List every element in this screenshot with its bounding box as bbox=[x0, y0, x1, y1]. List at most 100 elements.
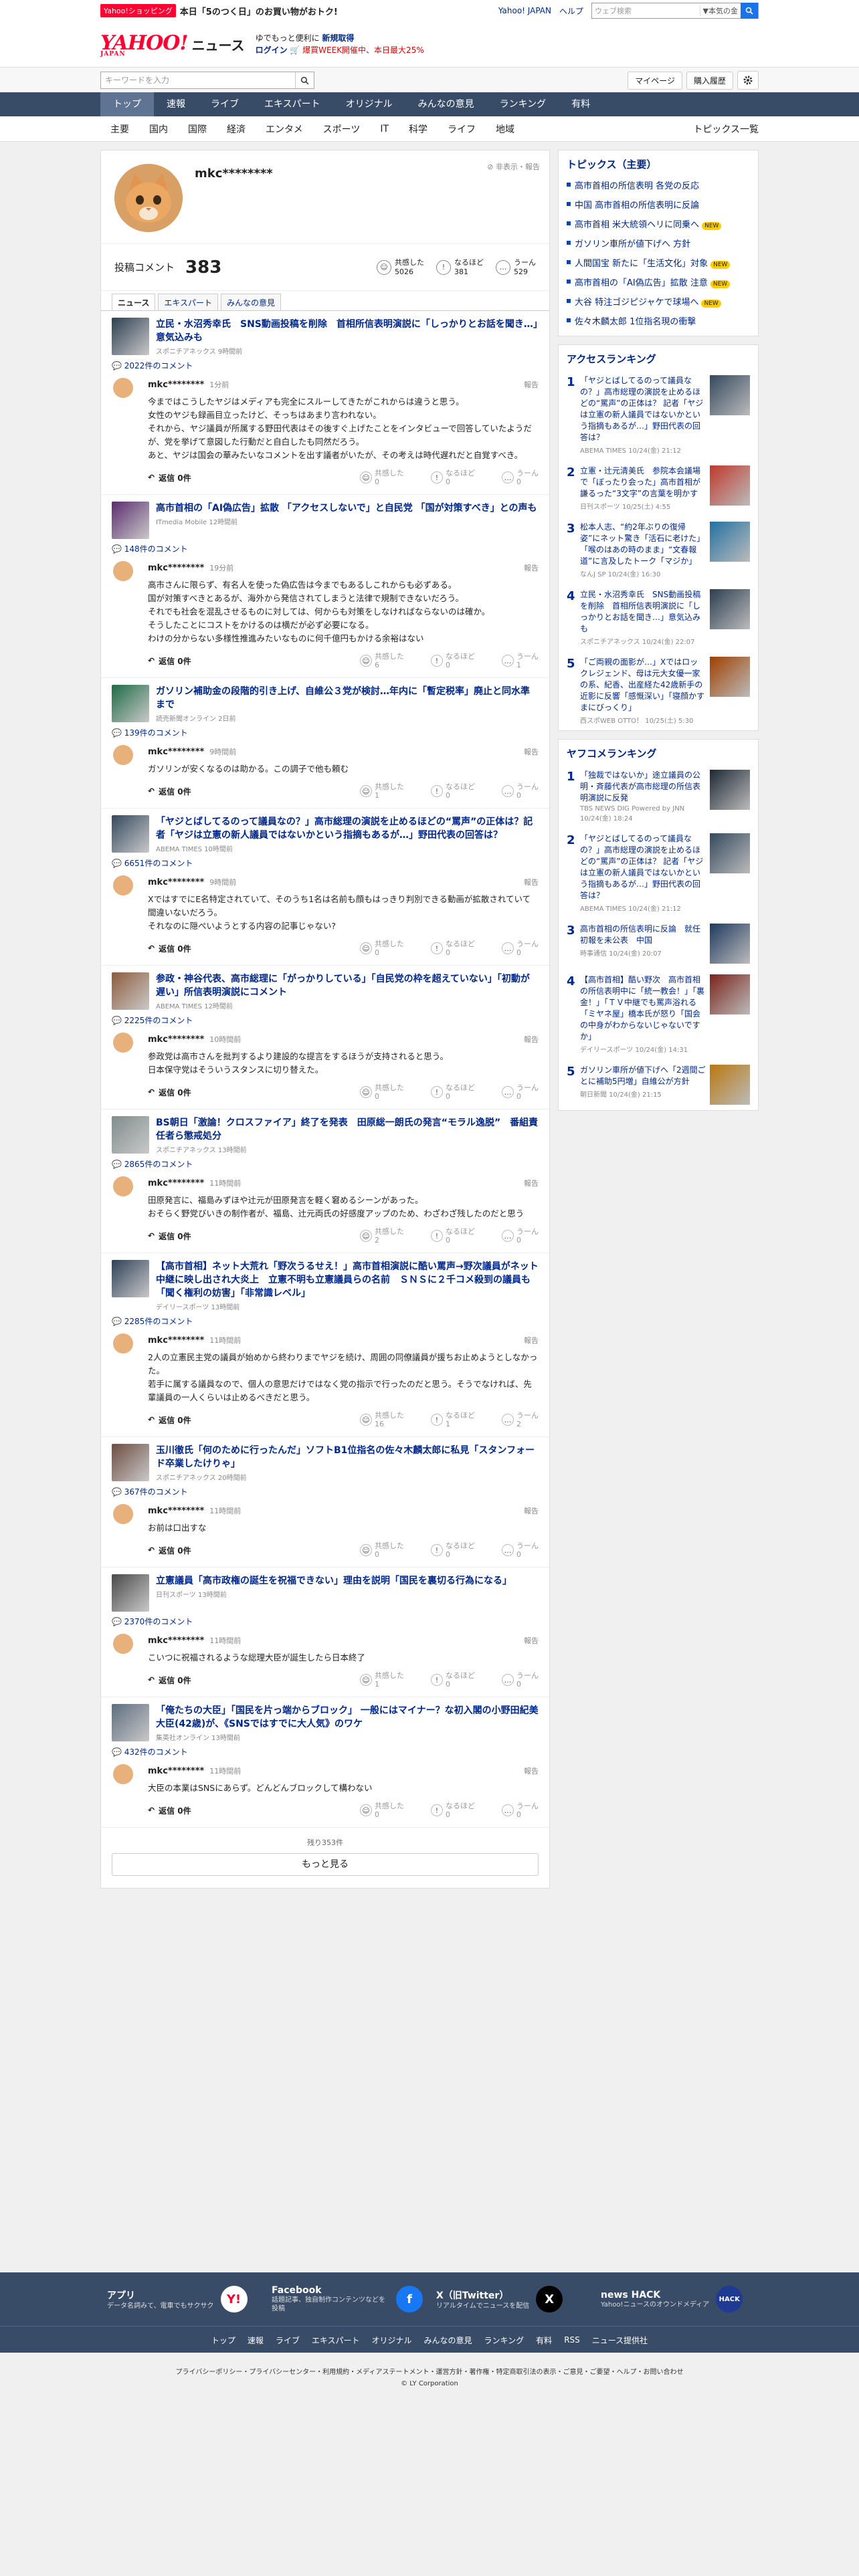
reaction-empathy-button[interactable]: ☺ 共感した 0 bbox=[360, 469, 404, 486]
topic-link[interactable]: 人間国宝 新たに「生活文化」対象 NEW bbox=[559, 253, 758, 272]
web-search-input[interactable]: ウェブ検索 bbox=[592, 5, 700, 16]
tab-expert[interactable]: エキスパート bbox=[158, 294, 219, 310]
reply-button[interactable]: ↶ 返信 0件 bbox=[148, 1087, 191, 1098]
reaction-insight-button[interactable]: ! なるほど 1 bbox=[431, 1411, 475, 1428]
footer-nav-item[interactable]: 速報 bbox=[248, 2335, 264, 2346]
footer-nav-item[interactable]: みんなの意見 bbox=[424, 2335, 472, 2346]
article-link[interactable]: ガソリン補助金の段階的引き上げ、自維公３党が検討…年内に「暫定税率」廃止と同水準… bbox=[101, 678, 549, 723]
reaction-insight-button[interactable]: ! なるほど 0 bbox=[431, 1541, 475, 1559]
article-link[interactable]: 立民・水沼秀幸氏 SNS動画投稿を削除 首相所信表明演説に「しっかりとお話を聞き… bbox=[101, 311, 549, 356]
footer-nav-item[interactable]: ライブ bbox=[276, 2335, 300, 2346]
reaction-empathy-button[interactable]: ☺ 共感した 6 bbox=[360, 652, 404, 669]
footer-nav-item[interactable]: トップ bbox=[211, 2335, 235, 2346]
nav-breaking[interactable]: 速報 bbox=[154, 92, 198, 116]
yahoo-japan-link[interactable]: Yahoo! JAPAN bbox=[498, 6, 551, 15]
reaction-empathy-button[interactable]: ☺ 共感した 0 bbox=[360, 1541, 404, 1559]
comment-count-link[interactable]: 💬 2225件のコメント bbox=[101, 1010, 549, 1030]
comment-report-link[interactable]: 報告 bbox=[524, 562, 539, 573]
footer-nav-item[interactable]: RSS bbox=[564, 2335, 580, 2345]
comment-report-link[interactable]: 報告 bbox=[524, 1635, 539, 1646]
ranking-item[interactable]: 2 「ヤジとばしてるのって議員なの？」高市総理の演説を止めるほどの“罵声”の正体は… bbox=[559, 828, 758, 918]
keyword-search-input[interactable]: キーワードを入力 bbox=[101, 72, 295, 88]
reaction-hmm-button[interactable]: … うーん 0 bbox=[502, 1541, 539, 1559]
ranking-item[interactable]: 5 「ご両親の面影が…」Xではロックレジェンド、母は元大女優一家の系、紀香、出産経… bbox=[559, 651, 758, 730]
reaction-hmm-button[interactable]: … うーん 0 bbox=[502, 1671, 539, 1689]
ranking-title[interactable]: 立憲・辻元清美氏 参院本会議場で「ぼったり会った」高市首相が謙るった“3文字”の… bbox=[580, 465, 706, 500]
yahoo-logo[interactable]: YAHOO! JAPAN bbox=[100, 31, 189, 58]
cat-main[interactable]: 主要 bbox=[100, 122, 139, 136]
reply-button[interactable]: ↶ 返信 0件 bbox=[148, 1805, 191, 1816]
topic-link[interactable]: 高市首相の「AI偽広告」拡散 注意 NEW bbox=[559, 272, 758, 292]
ranking-item[interactable]: 1 「独裁ではないか」途立議員の公明・斉藤代表が高市総理の所信表明演説に反発 TBS… bbox=[559, 764, 758, 828]
article-title[interactable]: 高市首相の「AI偽広告」拡散 「アクセスしないで」と自民党 「国が対策すべき」と… bbox=[156, 502, 537, 515]
reaction-insight-button[interactable]: ! なるほど 0 bbox=[431, 1227, 475, 1245]
settings-button[interactable] bbox=[737, 71, 759, 90]
topics-list-link[interactable]: トピックス一覧 bbox=[683, 122, 759, 136]
ranking-title[interactable]: 「独裁ではないか」途立議員の公明・斉藤代表が高市総理の所信表明演説に反発 bbox=[580, 770, 706, 804]
footer-app-0[interactable]: アプリ データ名詞みて、電車でもサクサク Y! bbox=[100, 2286, 265, 2313]
comment-count-link[interactable]: 💬 6651件のコメント bbox=[101, 853, 549, 873]
load-more-button[interactable]: もっと見る bbox=[112, 1853, 539, 1876]
ranking-item[interactable]: 1 「ヤジとばしてるのって議員なの？」高市総理の演説を止めるほどの“罵声”の正体は… bbox=[559, 370, 758, 460]
nav-expert[interactable]: エキスパート bbox=[252, 92, 333, 116]
comment-count-link[interactable]: 💬 2865件のコメント bbox=[101, 1154, 549, 1174]
shopping-promo[interactable]: Yahoo!ショッピング 本日「5のつく日」のお買い物がおトク! bbox=[100, 4, 338, 17]
reaction-empathy-button[interactable]: ☺ 共感した 0 bbox=[360, 1083, 404, 1101]
topic-link[interactable]: 佐々木麟太郎 1位指名現の衝撃 bbox=[559, 311, 758, 330]
reaction-insight-button[interactable]: ! なるほど 0 bbox=[431, 1802, 475, 1819]
comment-report-link[interactable]: 報告 bbox=[524, 1765, 539, 1776]
reaction-hmm-button[interactable]: … うーん 0 bbox=[502, 1227, 539, 1245]
reaction-hmm-button[interactable]: … うーん 0 bbox=[502, 1802, 539, 1819]
comment-count-link[interactable]: 💬 2370件のコメント bbox=[101, 1612, 549, 1631]
signup-link[interactable]: 新規取得 bbox=[322, 33, 354, 43]
ranking-title[interactable]: 【高市首相】酷い野次 高市首相の所信表明中に「統一教会！」「裏金！」「ＴＶ中継で… bbox=[580, 974, 706, 1043]
article-title[interactable]: 【高市首相】ネット大荒れ「野次うるせえ！」高市首相演説に酷い罵声→野次議員がネッ… bbox=[156, 1260, 539, 1300]
comment-count-link[interactable]: 💬 432件のコメント bbox=[101, 1742, 549, 1761]
comment-report-link[interactable]: 報告 bbox=[524, 1335, 539, 1346]
reaction-hmm-button[interactable]: … うーん 1 bbox=[502, 652, 539, 669]
footer-app-1[interactable]: Facebook 話題記事、独自制作コンテンツなどを投稿 f bbox=[265, 2285, 430, 2313]
topic-link[interactable]: 大谷 特注ゴジピジャケで球場へ NEW bbox=[559, 292, 758, 311]
tab-news[interactable]: ニュース bbox=[112, 294, 156, 310]
reaction-insight-button[interactable]: ! なるほど 0 bbox=[431, 1083, 475, 1101]
footer-app-2[interactable]: X（旧Twitter） リアルタイムでニュースを配信 X bbox=[430, 2286, 594, 2313]
comment-report-link[interactable]: 報告 bbox=[524, 746, 539, 757]
comment-report-link[interactable]: 報告 bbox=[524, 379, 539, 390]
article-link[interactable]: 参政・神谷代表、高市総理に「がっかりしている」「自民党の枠を超えていない」「初動… bbox=[101, 966, 549, 1010]
article-link[interactable]: 玉川徹氏「何のために行ったんだ」ソフトB1位指名の佐々木麟太郎に私見「スタンフォ… bbox=[101, 1437, 549, 1482]
reaction-empathy-button[interactable]: ☺ 共感した 1 bbox=[360, 782, 404, 800]
reaction-hmm-button[interactable]: … うーん 0 bbox=[502, 469, 539, 486]
reply-button[interactable]: ↶ 返信 0件 bbox=[148, 472, 191, 484]
reply-button[interactable]: ↶ 返信 0件 bbox=[148, 786, 191, 797]
nav-original[interactable]: オリジナル bbox=[333, 92, 405, 116]
footer-nav-item[interactable]: オリジナル bbox=[372, 2335, 412, 2346]
topic-link[interactable]: 高市首相 米大統領ヘリに同乗へ NEW bbox=[559, 214, 758, 233]
article-title[interactable]: 玉川徹氏「何のために行ったんだ」ソフトB1位指名の佐々木麟太郎に私見「スタンフォ… bbox=[156, 1444, 539, 1471]
footer-links[interactable]: プライバシーポリシー・プライバシーセンター・利用規約・メディアステートメント・運… bbox=[0, 2353, 859, 2376]
ranking-title[interactable]: ガソリン車所が値下げへ「2週間ごとに補助5円増」自維公が方針 bbox=[580, 1065, 706, 1087]
article-link[interactable]: 立憲議員「高市政権の誕生を祝福できない」理由を説明「国民を裏切る行為になる」 日刊… bbox=[101, 1568, 549, 1612]
ranking-title[interactable]: 松本人志、“約2年ぶりの復帰姿”にネット驚き「活石に老けた」「喉のはあの時のまま… bbox=[580, 522, 706, 567]
article-title[interactable]: ガソリン補助金の段階的引き上げ、自維公３党が検討…年内に「暫定税率」廃止と同水準… bbox=[156, 685, 539, 712]
article-title[interactable]: 立憲議員「高市政権の誕生を祝福できない」理由を説明「国民を裏切る行為になる」 bbox=[156, 1574, 512, 1588]
cat-local[interactable]: 地域 bbox=[486, 122, 524, 136]
cat-domestic[interactable]: 国内 bbox=[139, 122, 178, 136]
reply-button[interactable]: ↶ 返信 0件 bbox=[148, 1545, 191, 1556]
nav-paid[interactable]: 有料 bbox=[559, 92, 603, 116]
cat-entertainment[interactable]: エンタメ bbox=[256, 122, 313, 136]
reaction-insight-button[interactable]: ! なるほど 0 bbox=[431, 469, 475, 486]
ranking-title[interactable]: 「ヤジとばしてるのって議員なの？」高市総理の演説を止めるほどの“罵声”の正体は？… bbox=[580, 833, 706, 901]
cat-science[interactable]: 科学 bbox=[399, 122, 438, 136]
reply-button[interactable]: ↶ 返信 0件 bbox=[148, 1230, 191, 1242]
reaction-hmm-button[interactable]: … うーん 0 bbox=[502, 782, 539, 800]
article-link[interactable]: 「俺たちの大臣」「国民を片っ端からブロック」 一般にはマイナー？な初入閣の小野田… bbox=[101, 1697, 549, 1742]
cat-business[interactable]: 経済 bbox=[217, 122, 256, 136]
comment-report-link[interactable]: 報告 bbox=[524, 1505, 539, 1516]
login-link[interactable]: ログイン bbox=[256, 45, 288, 55]
reply-button[interactable]: ↶ 返信 0件 bbox=[148, 1675, 191, 1686]
nav-opinions[interactable]: みんなの意見 bbox=[405, 92, 487, 116]
reaction-empathy-button[interactable]: ☺ 共感した 0 bbox=[360, 940, 404, 957]
tab-opinions[interactable]: みんなの意見 bbox=[221, 294, 282, 310]
article-link[interactable]: 【高市首相】ネット大荒れ「野次うるせえ！」高市首相演説に酷い罵声→野次議員がネッ… bbox=[101, 1253, 549, 1311]
article-title[interactable]: 参政・神谷代表、高市総理に「がっかりしている」「自民党の枠を超えていない」「初動… bbox=[156, 972, 539, 999]
